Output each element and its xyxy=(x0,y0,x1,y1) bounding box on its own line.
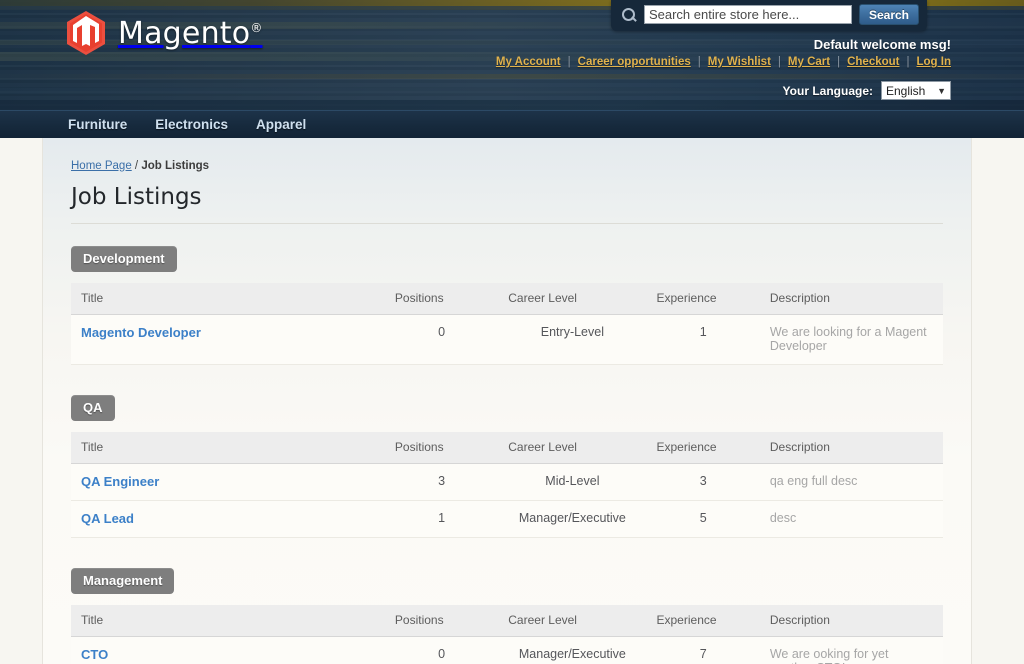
column-header-experience: Experience xyxy=(646,432,760,464)
search-input[interactable] xyxy=(643,5,852,24)
breadcrumb-separator: / xyxy=(131,160,142,172)
group-badge: QA xyxy=(71,395,115,421)
cell-description: desc xyxy=(759,500,943,538)
cell-positions: 3 xyxy=(384,463,499,501)
link-separator: | xyxy=(837,56,841,68)
header-texture-band xyxy=(0,74,1024,79)
jobs-table: Title Positions Career Level Experience … xyxy=(71,432,943,538)
table-header-row: Title Positions Career Level Experience … xyxy=(71,605,943,637)
table-row[interactable]: Magento Developer 0 Entry-Level 1 We are… xyxy=(71,314,943,365)
logo-wordmark: Magento® xyxy=(118,15,263,51)
link-my-cart[interactable]: My Cart xyxy=(788,56,830,68)
cell-experience: 7 xyxy=(646,636,760,664)
job-group-qa: QA Title Positions Career Level Experien… xyxy=(71,395,943,538)
cell-description: We are ooking for yet another CTO! <... xyxy=(759,636,943,664)
cell-career-level: Manager/Executive xyxy=(498,636,647,664)
nav-item-furniture[interactable]: Furniture xyxy=(68,117,127,132)
cell-positions: 0 xyxy=(384,636,499,664)
job-title-link[interactable]: Magento Developer xyxy=(81,325,201,340)
table-header-row: Title Positions Career Level Experience … xyxy=(71,432,943,464)
column-header-title: Title xyxy=(71,432,385,464)
job-group-development: Development Title Positions Career Level… xyxy=(71,246,943,365)
language-selected-value: English xyxy=(886,83,926,98)
column-header-career-level: Career Level xyxy=(498,432,647,464)
cell-career-level: Entry-Level xyxy=(498,314,647,365)
main-navigation: Furniture Electronics Apparel xyxy=(0,110,1024,138)
table-row[interactable]: QA Lead 1 Manager/Executive 5 desc xyxy=(71,500,943,538)
column-header-description: Description xyxy=(759,432,943,464)
link-career-opportunities[interactable]: Career opportunities xyxy=(578,56,691,68)
cell-career-level: Mid-Level xyxy=(498,463,647,501)
nav-item-apparel[interactable]: Apparel xyxy=(256,117,306,132)
column-header-positions: Positions xyxy=(384,432,499,464)
column-header-career-level: Career Level xyxy=(498,605,647,637)
cell-description: qa eng full desc xyxy=(759,463,943,501)
cell-title: CTO xyxy=(71,636,385,664)
column-header-positions: Positions xyxy=(384,605,499,637)
link-checkout[interactable]: Checkout xyxy=(847,56,899,68)
column-header-experience: Experience xyxy=(646,283,760,315)
table-row[interactable]: QA Engineer 3 Mid-Level 3 qa eng full de… xyxy=(71,463,943,501)
cell-experience: 3 xyxy=(646,463,760,501)
chevron-down-icon: ▼ xyxy=(937,85,946,96)
link-separator: | xyxy=(697,56,701,68)
language-switcher[interactable]: Your Language: English ▼ xyxy=(783,81,951,100)
breadcrumb-current: Job Listings xyxy=(141,160,210,172)
language-select[interactable]: English ▼ xyxy=(881,81,951,100)
breadcrumb-home-link[interactable]: Home Page xyxy=(71,160,132,172)
cell-title: Magento Developer xyxy=(71,314,385,365)
column-header-description: Description xyxy=(759,605,943,637)
job-title-link[interactable]: QA Lead xyxy=(81,511,134,526)
jobs-table: Title Positions Career Level Experience … xyxy=(71,283,943,365)
column-header-career-level: Career Level xyxy=(498,283,647,315)
jobs-table: Title Positions Career Level Experience … xyxy=(71,605,943,664)
link-separator: | xyxy=(906,56,910,68)
top-links: My Account | Career opportunities | My W… xyxy=(496,56,951,68)
cell-experience: 5 xyxy=(646,500,760,538)
nav-item-electronics[interactable]: Electronics xyxy=(155,117,228,132)
search-button[interactable]: Search xyxy=(858,4,919,25)
column-header-positions: Positions xyxy=(384,283,499,315)
column-header-description: Description xyxy=(759,283,943,315)
table-row[interactable]: CTO 0 Manager/Executive 7 We are ooking … xyxy=(71,636,943,664)
magento-hexagon-icon xyxy=(66,10,106,56)
language-label: Your Language: xyxy=(782,83,873,98)
link-separator: | xyxy=(567,56,571,68)
page-title: Job Listings xyxy=(71,184,943,224)
link-my-wishlist[interactable]: My Wishlist xyxy=(708,56,771,68)
group-badge: Development xyxy=(71,246,177,272)
welcome-message: Default welcome msg! xyxy=(813,37,951,52)
cell-description: We are looking for a Magent Developer xyxy=(759,314,943,365)
job-title-link[interactable]: CTO xyxy=(81,647,108,662)
cell-positions: 0 xyxy=(384,314,499,365)
content-column: Home Page / Job Listings Job Listings De… xyxy=(42,138,972,664)
column-header-title: Title xyxy=(71,605,385,637)
site-logo[interactable]: Magento® xyxy=(66,10,263,56)
link-my-account[interactable]: My Account xyxy=(496,56,561,68)
cell-positions: 1 xyxy=(384,500,499,538)
breadcrumb: Home Page / Job Listings xyxy=(71,160,943,172)
link-separator: | xyxy=(777,56,781,68)
link-log-in[interactable]: Log In xyxy=(917,56,952,68)
column-header-title: Title xyxy=(71,283,385,315)
cell-career-level: Manager/Executive xyxy=(498,500,647,538)
column-header-experience: Experience xyxy=(646,605,760,637)
header-texture-band xyxy=(0,100,1024,110)
cell-title: QA Engineer xyxy=(71,463,385,501)
search-icon xyxy=(621,7,637,23)
page-root: Magento® Search Default welcome msg! My … xyxy=(0,0,1024,664)
search-box[interactable]: Search xyxy=(610,0,927,31)
job-group-management: Management Title Positions Career Level … xyxy=(71,568,943,664)
table-header-row: Title Positions Career Level Experience … xyxy=(71,283,943,315)
cell-title: QA Lead xyxy=(71,500,385,538)
group-badge: Management xyxy=(71,568,175,594)
page-body: Home Page / Job Listings Job Listings De… xyxy=(0,138,1024,664)
job-title-link[interactable]: QA Engineer xyxy=(81,474,159,489)
cell-experience: 1 xyxy=(646,314,760,365)
